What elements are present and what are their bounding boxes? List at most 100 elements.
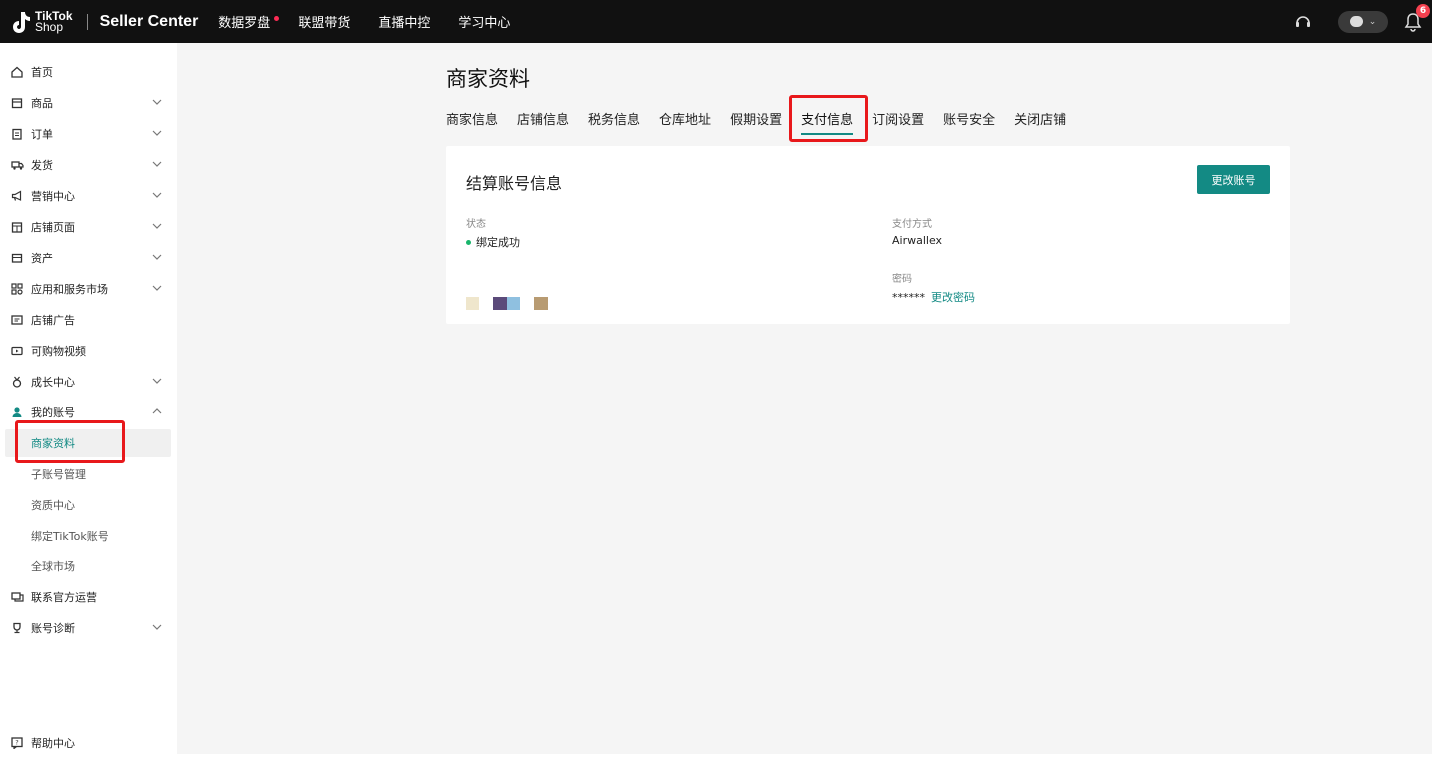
sidebar-item-help-center[interactable]: ? 帮助中心 [0, 729, 177, 757]
svg-text:?: ? [15, 739, 18, 747]
top-bar: TikTok Shop Seller Center 数据罗盘 联盟带货 直播中控… [0, 0, 1432, 43]
sidebar-sub-subaccount[interactable]: 子账号管理 [0, 460, 177, 488]
tiktok-shop-logo[interactable]: TikTok Shop [10, 10, 73, 34]
chevron-down-icon: ⌄ [1368, 16, 1377, 27]
sidebar-sub-bind-tiktok[interactable]: 绑定TikTok账号 [0, 522, 177, 550]
sidebar-sub-qualification[interactable]: 资质中心 [0, 491, 177, 519]
chevron-down-icon [152, 223, 162, 229]
apps-icon [10, 282, 24, 296]
top-right-actions: ⌄ 6 [1294, 0, 1432, 43]
sidebar-item-orders[interactable]: 订单 [0, 120, 177, 148]
payment-method-value: Airwallex [892, 234, 943, 247]
password-label: 密码 [892, 274, 912, 285]
topnav-live-control[interactable]: 直播中控 [378, 12, 430, 31]
help-icon: ? [10, 736, 24, 750]
tab-merchant-info[interactable]: 商家信息 [446, 109, 498, 135]
redacted-swatch [534, 297, 548, 310]
status-value: 绑定成功 [466, 234, 520, 250]
sidebar-item-label: 店铺页面 [31, 221, 75, 234]
sidebar-item-my-account[interactable]: 我的账号 [0, 398, 177, 426]
sidebar-item-shipping[interactable]: 发货 [0, 151, 177, 179]
sidebar: 首页 商品 订单 发货 营销中心 店铺页面 资产 应用和服务市场 店铺广告 可购… [0, 43, 177, 754]
sidebar-item-label: 可购物视频 [31, 345, 86, 358]
tab-close-store[interactable]: 关闭店铺 [1014, 109, 1066, 135]
tab-payment-info[interactable]: 支付信息 [801, 109, 854, 135]
sidebar-item-store-ads[interactable]: 店铺广告 [0, 306, 177, 334]
sidebar-item-label: 营销中心 [31, 190, 75, 203]
chevron-down-icon [152, 254, 162, 260]
sidebar-item-label: 资产 [31, 252, 53, 265]
tiktok-logo-icon [13, 11, 30, 33]
sidebar-sub-global-market[interactable]: 全球市场 [0, 552, 177, 580]
sidebar-item-growth-center[interactable]: 成长中心 [0, 368, 177, 396]
password-value: ****** [892, 291, 925, 304]
sidebar-item-marketing[interactable]: 营销中心 [0, 182, 177, 210]
tab-account-security[interactable]: 账号安全 [943, 109, 995, 135]
megaphone-icon [10, 189, 24, 203]
sidebar-item-label: 发货 [31, 159, 53, 172]
sidebar-item-label: 联系官方运营 [31, 591, 97, 604]
headset-icon[interactable] [1294, 13, 1312, 31]
sidebar-item-assets[interactable]: 资产 [0, 244, 177, 272]
bottom-bar [0, 754, 1432, 781]
tab-tax-info[interactable]: 税务信息 [588, 109, 640, 135]
sidebar-item-label: 我的账号 [31, 406, 75, 419]
sidebar-item-label: 首页 [31, 66, 53, 79]
payment-method-label: 支付方式 [892, 219, 932, 230]
redacted-swatch [493, 297, 507, 310]
sidebar-item-store-page[interactable]: 店铺页面 [0, 213, 177, 241]
messages-button[interactable]: ⌄ [1338, 10, 1388, 33]
user-icon [10, 405, 24, 419]
logo-text: TikTok Shop [35, 8, 73, 34]
chat-bubble-icon [1349, 16, 1363, 27]
chevron-down-icon [152, 130, 162, 136]
sidebar-item-account-diagnosis[interactable]: 账号诊断 [0, 614, 177, 642]
chevron-down-icon [152, 285, 162, 291]
tab-warehouse-address[interactable]: 仓库地址 [659, 109, 711, 135]
topnav-data-compass[interactable]: 数据罗盘 [218, 12, 280, 31]
ad-icon [10, 313, 24, 327]
status-label: 状态 [466, 219, 486, 230]
tab-store-info[interactable]: 店铺信息 [517, 109, 569, 135]
redacted-swatch [466, 297, 479, 310]
sidebar-item-label: 店铺广告 [31, 314, 75, 327]
profile-tabs: 商家信息 店铺信息 税务信息 仓库地址 假期设置 支付信息 订阅设置 账号安全 … [446, 109, 1085, 135]
card-title: 结算账号信息 [466, 174, 563, 193]
sidebar-item-label: 订单 [31, 128, 53, 141]
sidebar-item-home[interactable]: 首页 [0, 58, 177, 86]
video-icon [10, 344, 24, 358]
tab-holiday-settings[interactable]: 假期设置 [730, 109, 782, 135]
chevron-down-icon [152, 378, 162, 384]
logo-divider [86, 13, 88, 30]
sidebar-item-label: 应用和服务市场 [31, 283, 108, 296]
notification-bell[interactable]: 6 [1404, 3, 1430, 32]
sidebar-sub-merchant-profile[interactable]: 商家资料 [5, 429, 171, 457]
truck-icon [10, 158, 24, 172]
order-icon [10, 127, 24, 141]
sidebar-item-label: 帮助中心 [31, 737, 75, 750]
sidebar-item-shoppable-video[interactable]: 可购物视频 [0, 337, 177, 365]
redacted-swatch [507, 297, 520, 310]
wallet-icon [10, 251, 24, 265]
top-nav: 数据罗盘 联盟带货 直播中控 学习中心 [218, 12, 538, 31]
store-icon [10, 220, 24, 234]
tab-subscription-settings[interactable]: 订阅设置 [872, 109, 924, 135]
sidebar-item-contact-operations[interactable]: 联系官方运营 [0, 583, 177, 611]
success-dot-icon [466, 239, 471, 245]
topnav-affiliate[interactable]: 联盟带货 [298, 12, 350, 31]
sidebar-item-label: 商品 [31, 97, 53, 110]
medal-icon [10, 375, 24, 389]
page-title: 商家资料 [446, 67, 530, 91]
change-password-link[interactable]: 更改密码 [931, 291, 975, 304]
sidebar-item-app-market[interactable]: 应用和服务市场 [0, 275, 177, 303]
notification-badge: 6 [1416, 3, 1430, 18]
password-row: ****** 更改密码 [892, 289, 975, 305]
sidebar-item-products[interactable]: 商品 [0, 89, 177, 117]
contact-icon [10, 590, 24, 604]
change-account-button[interactable]: 更改账号 [1197, 165, 1270, 194]
settlement-account-card: 结算账号信息 更改账号 状态 绑定成功 支付方式 Airwallex 密码 **… [446, 146, 1290, 324]
topnav-learning-center[interactable]: 学习中心 [458, 12, 510, 31]
product-icon [10, 96, 24, 110]
app-name: Seller Center [99, 12, 199, 30]
chevron-down-icon [152, 192, 162, 198]
